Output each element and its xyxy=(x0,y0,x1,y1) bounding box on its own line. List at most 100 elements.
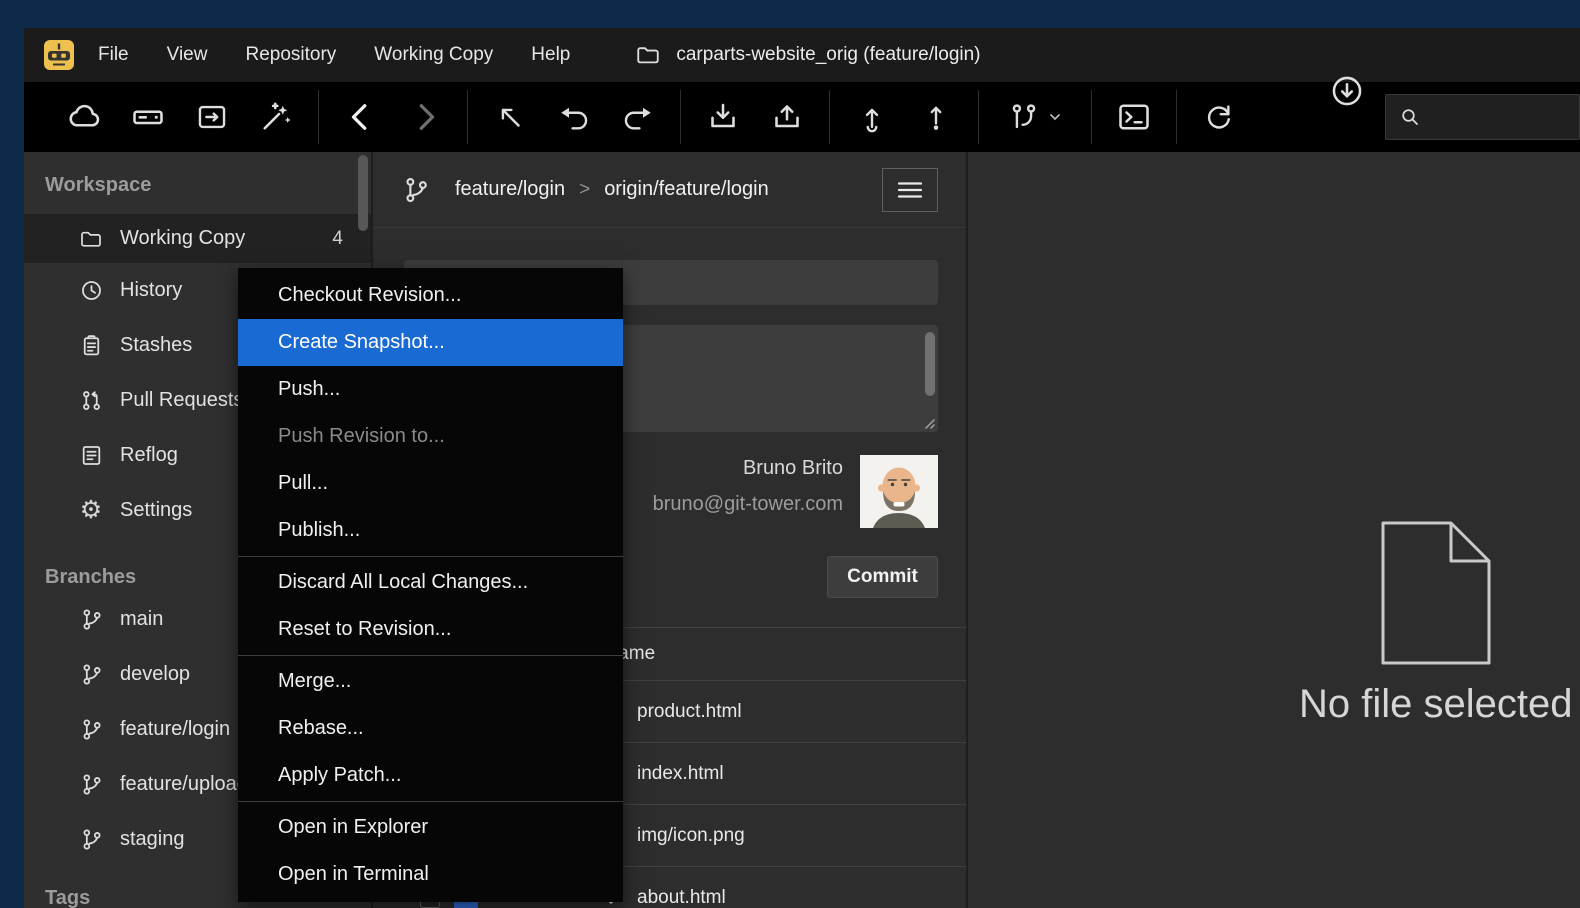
gear-icon: ⚙ xyxy=(78,498,104,523)
discard-icon xyxy=(493,100,527,134)
menu-file[interactable]: File xyxy=(98,44,129,66)
menu-help[interactable]: Help xyxy=(531,44,570,66)
toolbar-divider xyxy=(318,90,319,144)
push-icon xyxy=(769,99,805,135)
app-window: File View Repository Working Copy Help c… xyxy=(24,28,1580,908)
repo-folder-icon xyxy=(634,42,662,68)
git-branch-icon xyxy=(78,827,104,852)
menu-separator xyxy=(238,655,623,656)
window-title: carparts-website_orig (feature/login) xyxy=(676,44,980,66)
redo-arrow-icon xyxy=(621,100,655,134)
push-button[interactable] xyxy=(755,89,819,145)
menu-item-discard-all-local-changes[interactable]: Discard All Local Changes... xyxy=(238,559,623,606)
working-copy-count-badge: 4 xyxy=(332,228,343,250)
commit-button[interactable]: Commit xyxy=(827,556,938,598)
git-branch-icon xyxy=(78,717,104,742)
menu-item-push[interactable]: Push... xyxy=(238,366,623,413)
cloud-icon xyxy=(66,99,102,135)
menu-separator xyxy=(238,801,623,802)
redo-button[interactable] xyxy=(606,89,670,145)
discard-button[interactable] xyxy=(478,89,542,145)
toolbar-divider xyxy=(829,90,830,144)
workspace-header: Workspace xyxy=(24,170,371,200)
chevron-right-icon xyxy=(407,99,443,135)
desktop: File View Repository Working Copy Help c… xyxy=(0,0,1580,908)
branch-bar: feature/login > origin/feature/login xyxy=(373,152,966,228)
author-email: bruno@git-tower.com xyxy=(653,493,843,516)
terminal-button[interactable] xyxy=(1102,89,1166,145)
menu-item-pull[interactable]: Pull... xyxy=(238,460,623,507)
undo-button[interactable] xyxy=(542,89,606,145)
menu-item-checkout-revision[interactable]: Checkout Revision... xyxy=(238,272,623,319)
menu-repository[interactable]: Repository xyxy=(245,44,336,66)
file-preview-panel: No file selected xyxy=(968,152,1580,908)
sidebar-item-label: Pull Requests xyxy=(120,389,243,412)
refresh-icon xyxy=(1202,100,1236,134)
drive-icon xyxy=(130,99,166,135)
toolbar-search[interactable] xyxy=(1385,94,1580,140)
menu-item-publish[interactable]: Publish... xyxy=(238,507,623,554)
textarea-scrollbar-thumb[interactable] xyxy=(925,332,935,396)
sidebar-item-label: History xyxy=(120,279,182,302)
tracking-branch[interactable]: origin/feature/login xyxy=(604,178,769,201)
cloud-services-button[interactable] xyxy=(52,89,116,145)
menu-item-create-snapshot[interactable]: Create Snapshot... xyxy=(238,319,623,366)
menu-separator xyxy=(238,556,623,557)
folder-icon xyxy=(78,227,104,251)
cherry-pick-button[interactable] xyxy=(904,89,968,145)
context-menu: Checkout Revision... Create Snapshot... … xyxy=(238,268,623,902)
empty-document-icon xyxy=(1376,518,1498,668)
compare-button[interactable] xyxy=(989,89,1081,145)
menu-item-apply-patch[interactable]: Apply Patch... xyxy=(238,752,623,799)
wand-icon xyxy=(258,99,294,135)
quick-actions-button[interactable] xyxy=(244,89,308,145)
branch-label: feature/upload xyxy=(120,773,248,796)
toolbar-divider xyxy=(680,90,681,144)
pull-button[interactable] xyxy=(691,89,755,145)
pull-request-icon xyxy=(78,388,104,413)
stage-button[interactable] xyxy=(840,89,904,145)
search-input[interactable] xyxy=(1432,107,1572,127)
compare-branches-icon xyxy=(1007,100,1041,134)
branch-separator: > xyxy=(579,179,590,201)
pull-icon xyxy=(705,99,741,135)
sidebar-item-label: Working Copy xyxy=(120,227,245,250)
sidebar-item-label: Settings xyxy=(120,499,192,522)
log-document-icon xyxy=(78,443,104,468)
terminal-icon xyxy=(1116,99,1152,135)
nav-back-button[interactable] xyxy=(329,89,393,145)
current-branch[interactable]: feature/login xyxy=(455,178,565,201)
refresh-button[interactable] xyxy=(1187,89,1251,145)
toolbar-divider xyxy=(1176,90,1177,144)
menu-item-open-in-terminal[interactable]: Open in Terminal xyxy=(238,851,623,898)
clone-button[interactable] xyxy=(180,89,244,145)
menu-item-push-revision-to: Push Revision to... xyxy=(238,413,623,460)
file-name: product.html xyxy=(637,701,742,723)
menu-view[interactable]: View xyxy=(167,44,208,66)
no-file-selected-message: No file selected xyxy=(1299,682,1572,727)
sidebar-item-working-copy[interactable]: Working Copy 4 xyxy=(24,214,371,263)
file-name: img/icon.png xyxy=(637,825,745,847)
menu-working-copy[interactable]: Working Copy xyxy=(374,44,493,66)
open-repository-button[interactable] xyxy=(116,89,180,145)
branch-options-button[interactable] xyxy=(882,168,938,212)
history-clock-icon xyxy=(78,278,104,303)
resize-grip-icon[interactable] xyxy=(921,415,936,430)
menu-item-rebase[interactable]: Rebase... xyxy=(238,705,623,752)
nav-forward-button[interactable] xyxy=(393,89,457,145)
author-info: Bruno Brito bruno@git-tower.com xyxy=(653,455,843,516)
git-branch-icon xyxy=(401,175,431,205)
sidebar-item-label: Stashes xyxy=(120,334,192,357)
git-branch-icon xyxy=(78,772,104,797)
menu-item-merge[interactable]: Merge... xyxy=(238,658,623,705)
fetch-icon[interactable] xyxy=(1329,73,1365,109)
git-branch-icon xyxy=(78,607,104,632)
branch-label: staging xyxy=(120,828,185,851)
app-logo-icon xyxy=(44,40,74,70)
menu-item-reset-to-revision[interactable]: Reset to Revision... xyxy=(238,606,623,653)
sidebar-scrollbar-thumb[interactable] xyxy=(358,155,368,231)
git-branch-icon xyxy=(78,662,104,687)
toolbar-divider xyxy=(978,90,979,144)
menu-item-open-in-explorer[interactable]: Open in Explorer xyxy=(238,804,623,851)
undo-arrow-icon xyxy=(557,100,591,134)
